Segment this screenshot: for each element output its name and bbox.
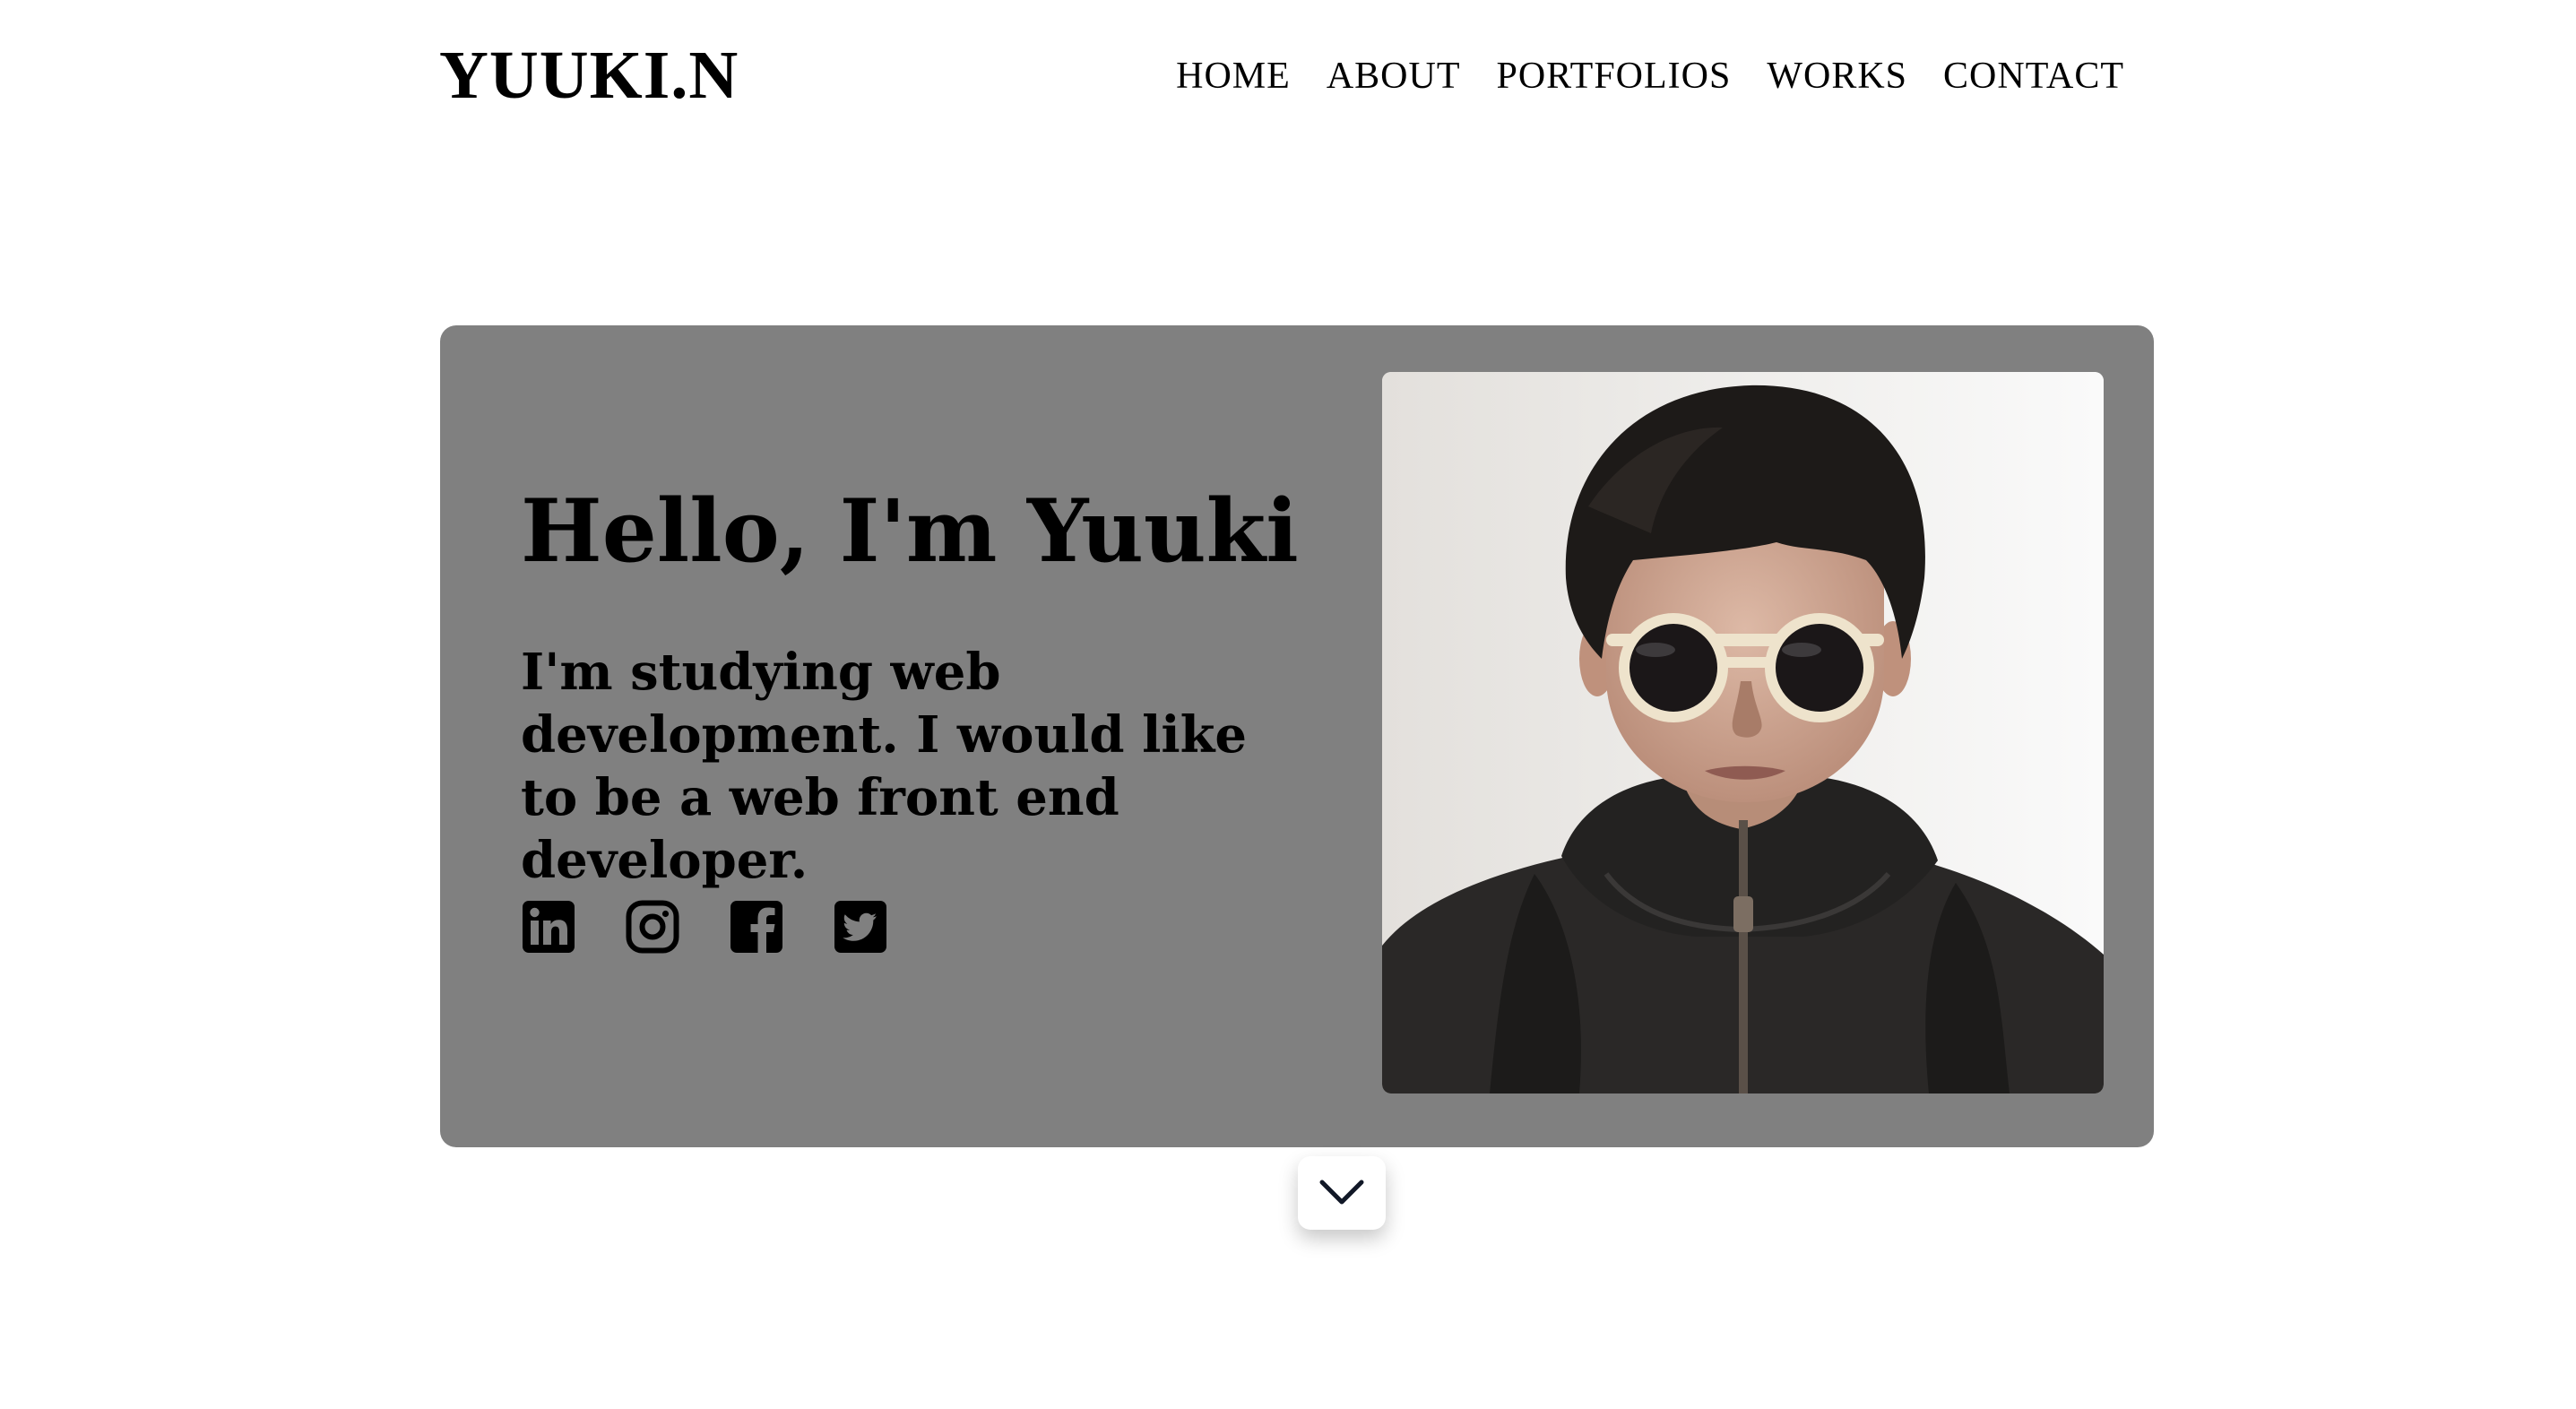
facebook-icon[interactable] (729, 899, 784, 955)
main-nav: HOME ABOUT PORTFOLIOS WORKS CONTACT (1176, 54, 2124, 99)
nav-works[interactable]: WORKS (1767, 54, 1907, 99)
nav-home[interactable]: HOME (1176, 54, 1291, 99)
nav-contact[interactable]: CONTACT (1943, 54, 2124, 99)
site-logo[interactable]: YUUKI.N (439, 39, 739, 111)
linkedin-icon[interactable] (521, 899, 576, 955)
nav-portfolios[interactable]: PORTFOLIOS (1496, 54, 1731, 99)
hero-card: Hello, I'm Yuuki I'm studying web develo… (440, 325, 2154, 1147)
scroll-down-button[interactable] (1298, 1156, 1386, 1230)
nav-about[interactable]: ABOUT (1327, 54, 1461, 99)
hero-description: I'm studying web development. I would li… (521, 643, 1248, 890)
hero-title: Hello, I'm Yuuki (521, 480, 1299, 582)
social-links (521, 899, 888, 955)
twitter-icon[interactable] (833, 899, 888, 955)
instagram-icon[interactable] (625, 899, 680, 955)
portrait-photo (1382, 372, 2104, 1093)
site-header: YUUKI.N HOME ABOUT PORTFOLIOS WORKS CONT… (439, 36, 2124, 117)
chevron-down-icon (1319, 1180, 1364, 1205)
hero-text: Hello, I'm Yuuki I'm studying web develo… (521, 478, 1327, 892)
